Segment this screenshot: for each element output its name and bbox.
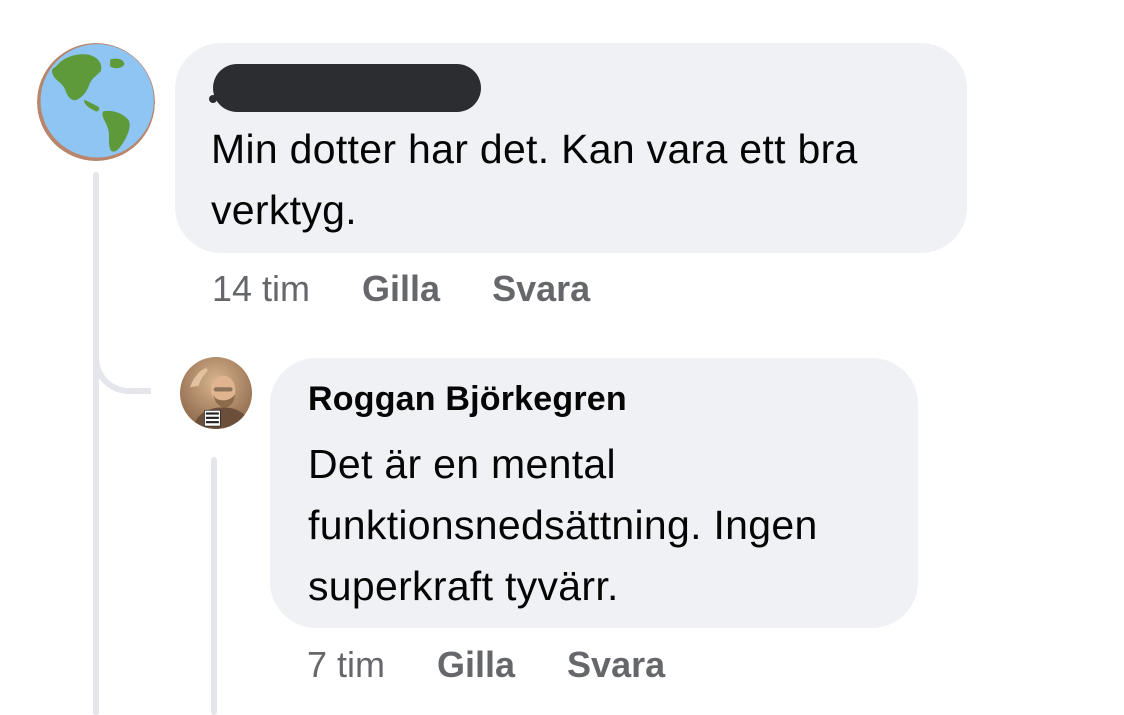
reply-button[interactable]: Svara xyxy=(492,268,590,310)
comment-actions: 14 tim Gilla Svara xyxy=(212,268,642,310)
reply-text: Det är en mental funktionsnedsättning. I… xyxy=(308,441,818,609)
comment-thread: Min dotter har det. Kan vara ett bra ver… xyxy=(0,0,1124,715)
globe-icon xyxy=(37,43,155,161)
user-photo-icon xyxy=(180,357,252,429)
reply-connector-curve xyxy=(93,330,151,394)
comment-bubble: Min dotter har det. Kan vara ett bra ver… xyxy=(175,43,967,253)
reply-timestamp[interactable]: 7 tim xyxy=(307,644,385,686)
redacted-author-name xyxy=(213,64,481,112)
like-button[interactable]: Gilla xyxy=(362,268,440,310)
reply-actions: 7 tim Gilla Svara xyxy=(307,644,717,686)
reply-reply-button[interactable]: Svara xyxy=(567,644,665,686)
thread-connector-line xyxy=(93,172,99,715)
reply-like-button[interactable]: Gilla xyxy=(437,644,515,686)
comment-text: Min dotter har det. Kan vara ett bra ver… xyxy=(211,126,858,233)
reply-bubble: Roggan Björkegren Det är en mental funkt… xyxy=(270,358,918,628)
reply-author-name[interactable]: Roggan Björkegren xyxy=(308,380,627,419)
globe-avatar-icon[interactable] xyxy=(37,43,155,161)
user-photo-avatar[interactable] xyxy=(180,357,252,429)
comment-timestamp[interactable]: 14 tim xyxy=(212,268,310,310)
reply-thread-connector-line xyxy=(211,457,217,715)
